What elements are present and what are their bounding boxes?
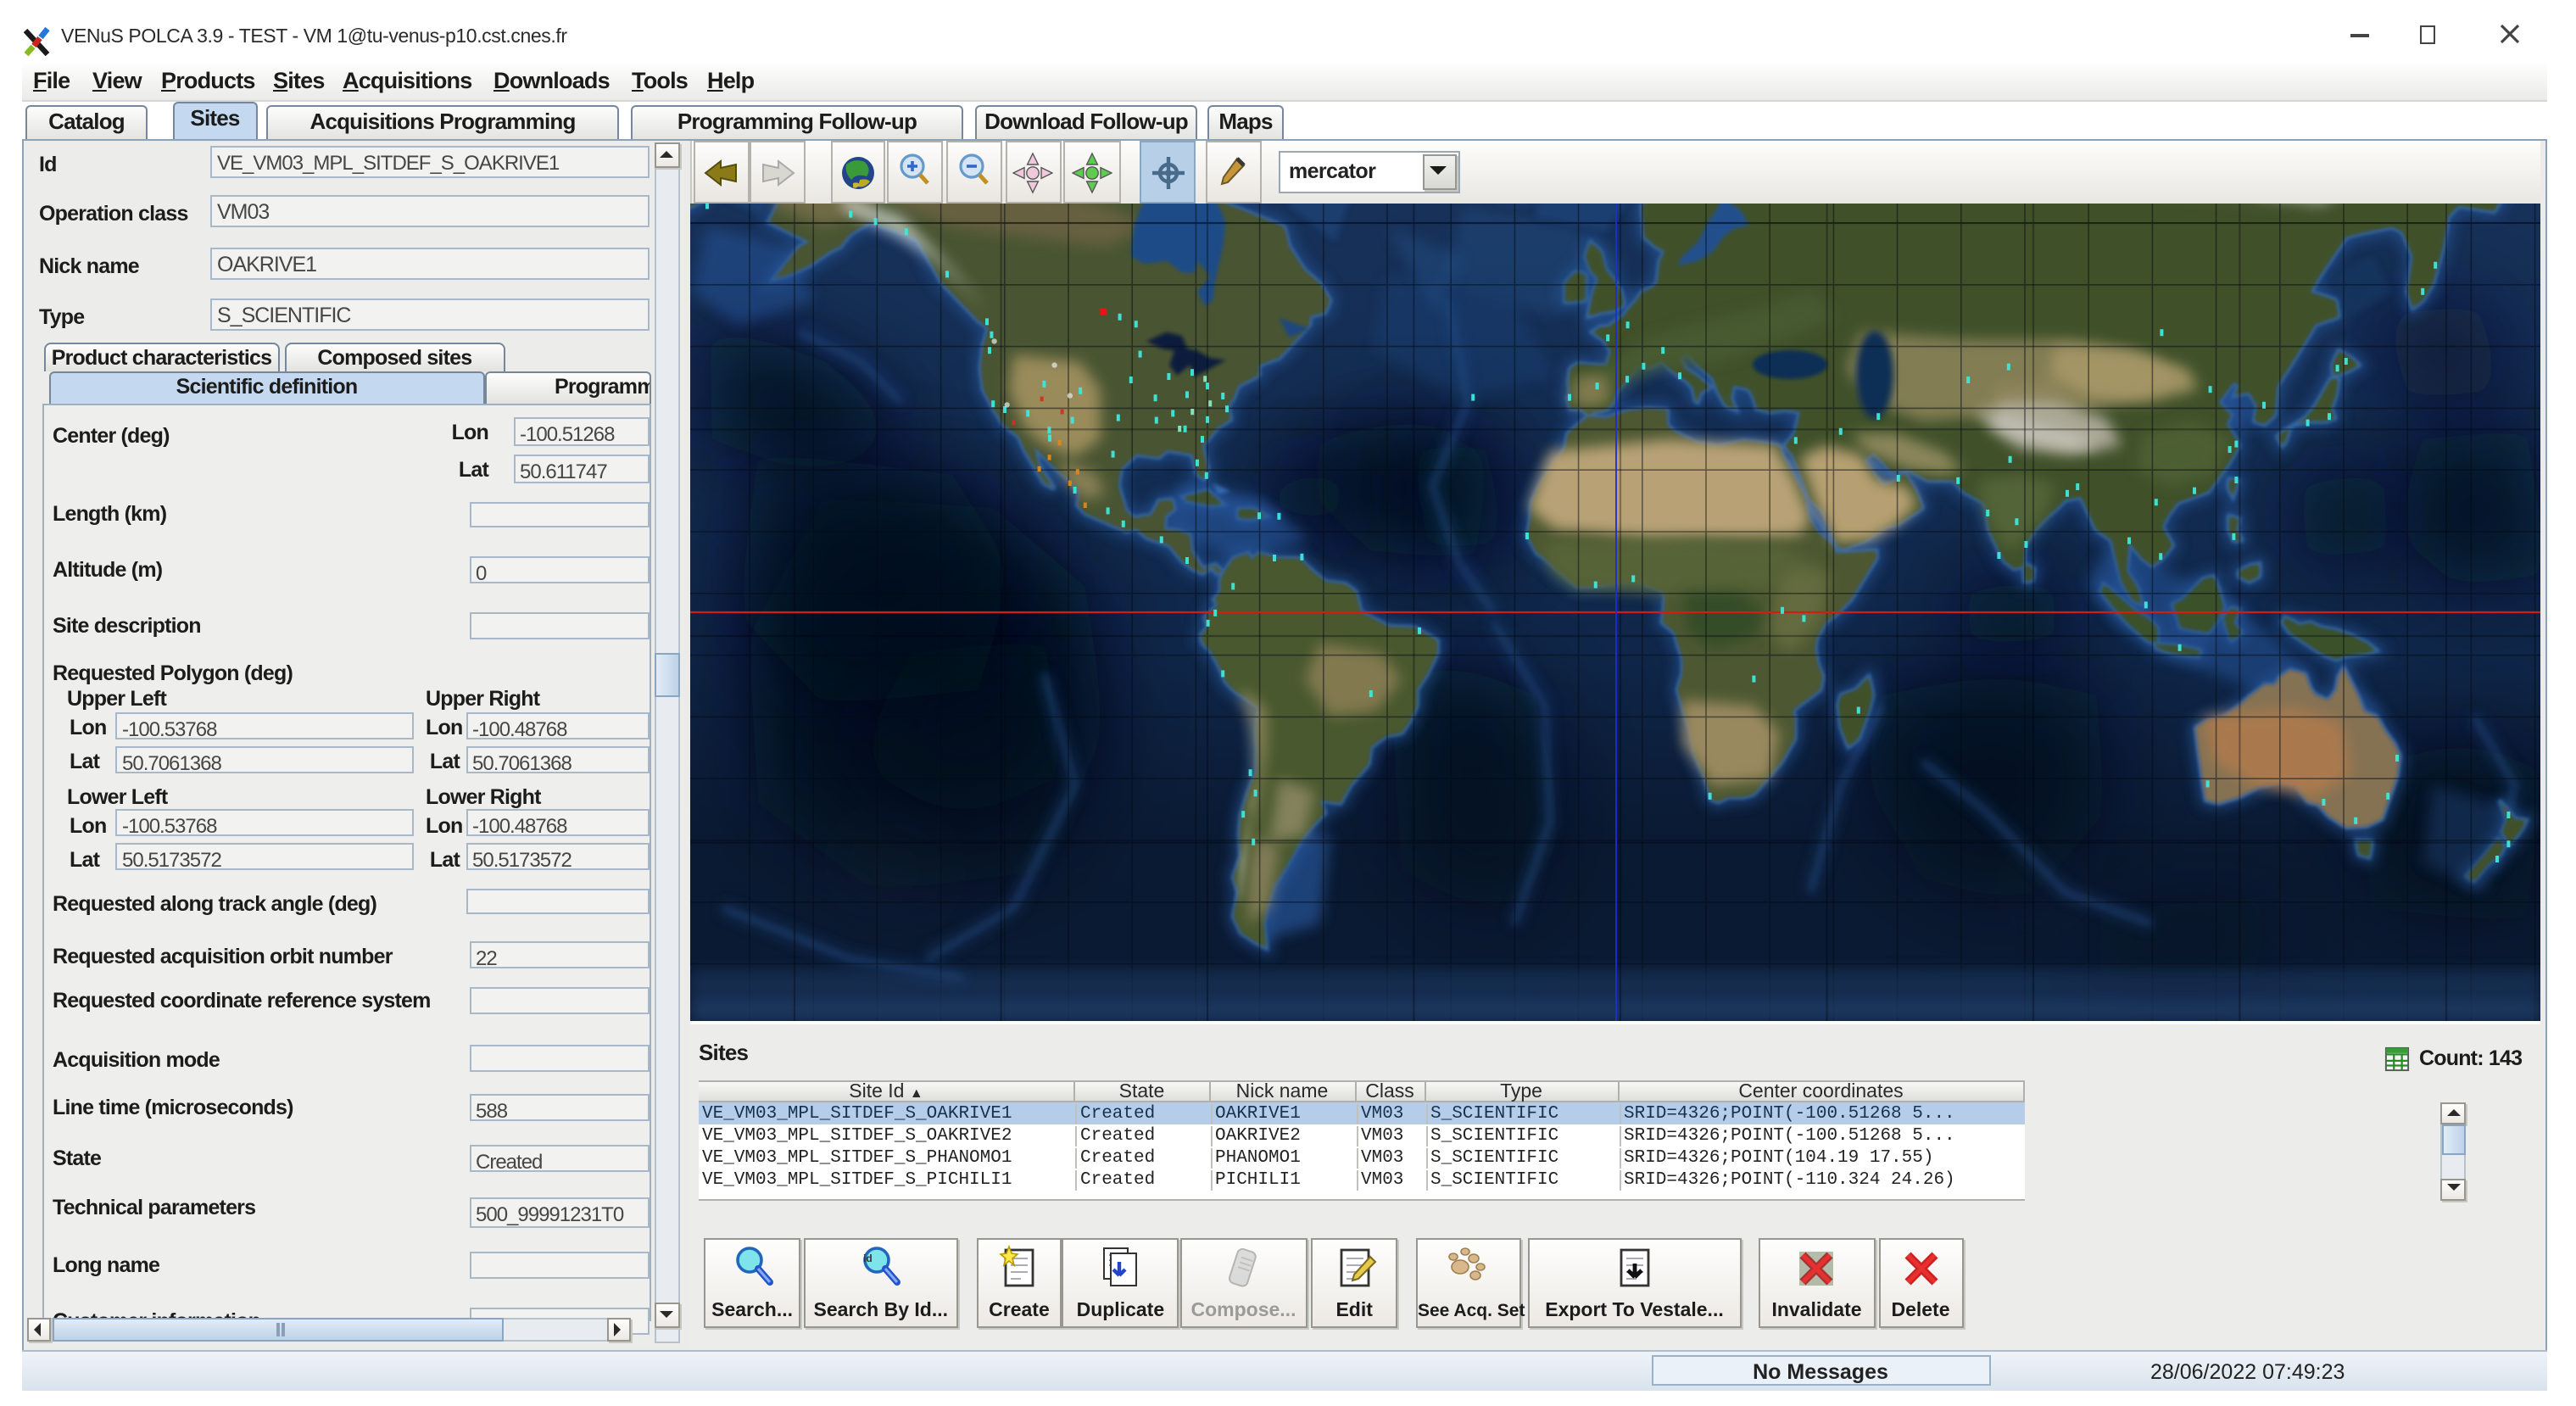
svg-text:id: id xyxy=(864,1252,873,1264)
